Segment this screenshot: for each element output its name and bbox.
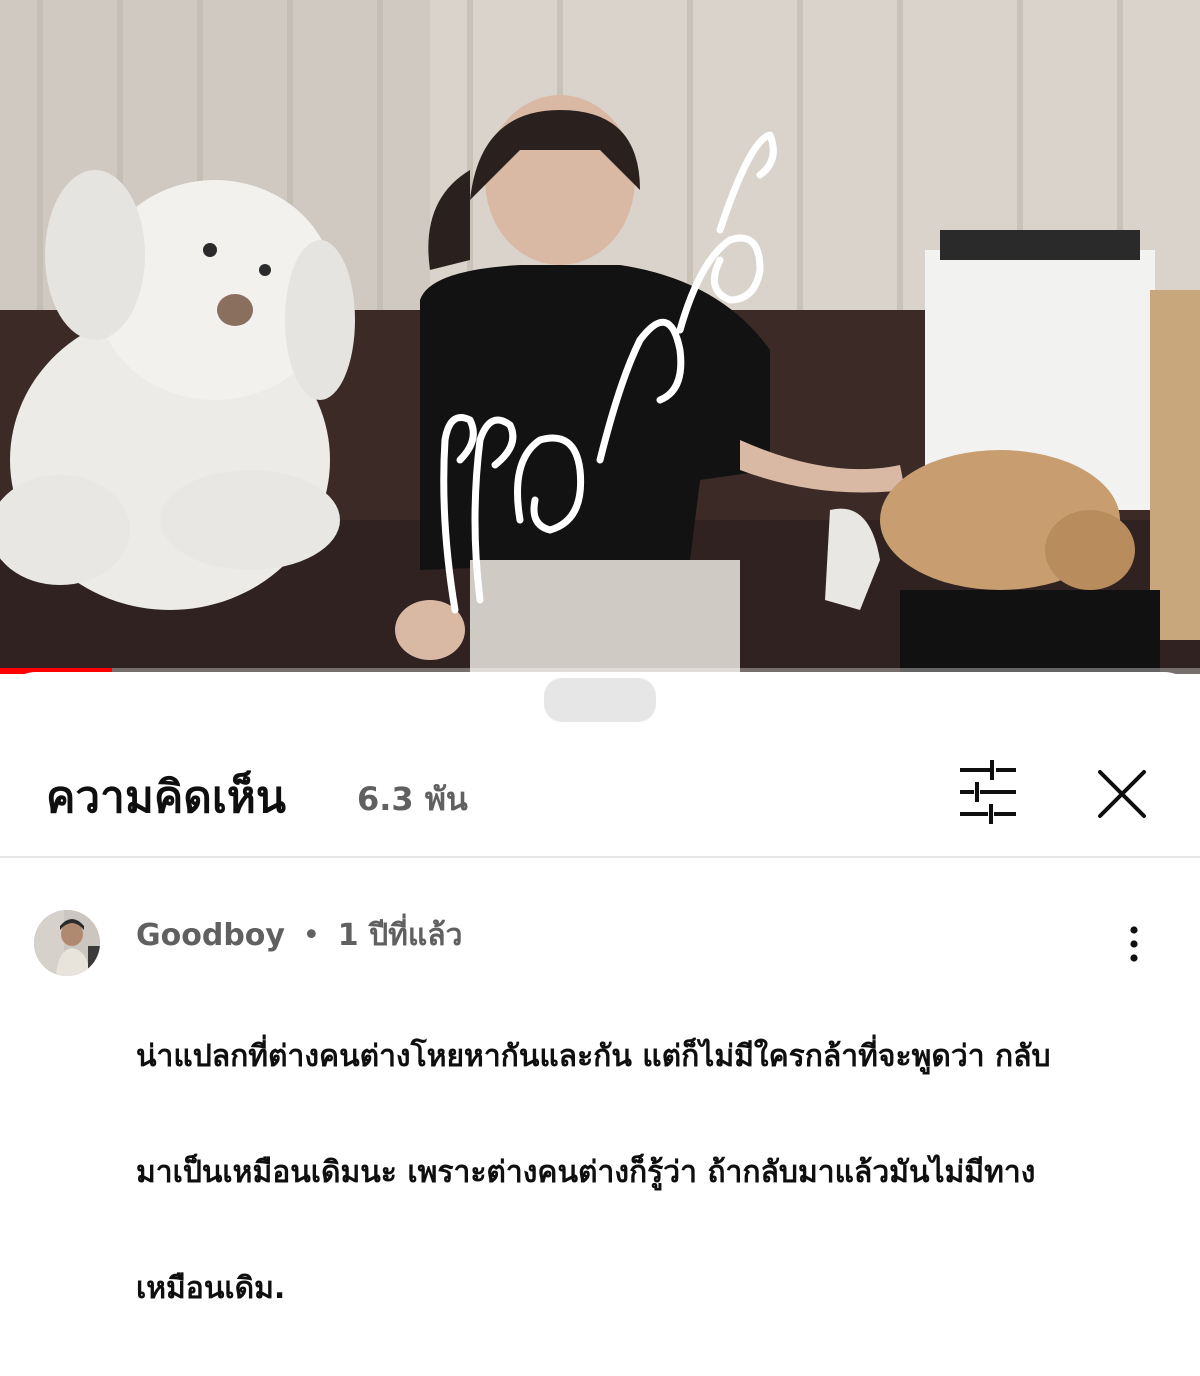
comment-author[interactable]: Goodboy (136, 918, 285, 953)
video-player[interactable] (0, 0, 1200, 674)
comment-text-line: น่าแปลกที่ต่างคนต่างโหยหากันและกัน แต่ก็… (136, 1039, 1051, 1074)
comment-meta: Goodboy • 1 ปีที่แล้ว (136, 912, 462, 959)
close-icon (1098, 770, 1146, 818)
sheet-drag-handle[interactable] (544, 678, 656, 722)
header-divider (0, 856, 1200, 858)
more-vertical-icon (1130, 926, 1138, 962)
filter-button[interactable] (952, 756, 1024, 828)
comment-menu-button[interactable] (1112, 922, 1156, 966)
comments-sheet: ความคิดเห็น 6.3 พัน Goodboy • 1 ปีที่แล้… (0, 672, 1200, 1306)
video-frame (0, 0, 1200, 674)
tune-sliders-icon (960, 760, 1016, 824)
comment-text: น่าแปลกที่ต่างคนต่างโหยหากันและกัน แต่ก็… (136, 970, 1126, 1376)
avatar[interactable] (34, 910, 100, 976)
comment-item: Goodboy • 1 ปีที่แล้ว น่าแปลกที่ต่างคนต่… (0, 896, 1200, 1306)
comments-count: 6.3 พัน (357, 780, 468, 818)
meta-separator: • (302, 918, 321, 953)
comment-time[interactable]: 1 ปีที่แล้ว (338, 918, 463, 953)
comment-text-line: เหมือนเดิม. (136, 1271, 286, 1306)
comments-title: ความคิดเห็น (46, 772, 286, 823)
comments-header: ความคิดเห็น 6.3 พัน (0, 742, 1200, 846)
user-avatar-image (34, 910, 100, 976)
close-button[interactable] (1084, 756, 1160, 832)
